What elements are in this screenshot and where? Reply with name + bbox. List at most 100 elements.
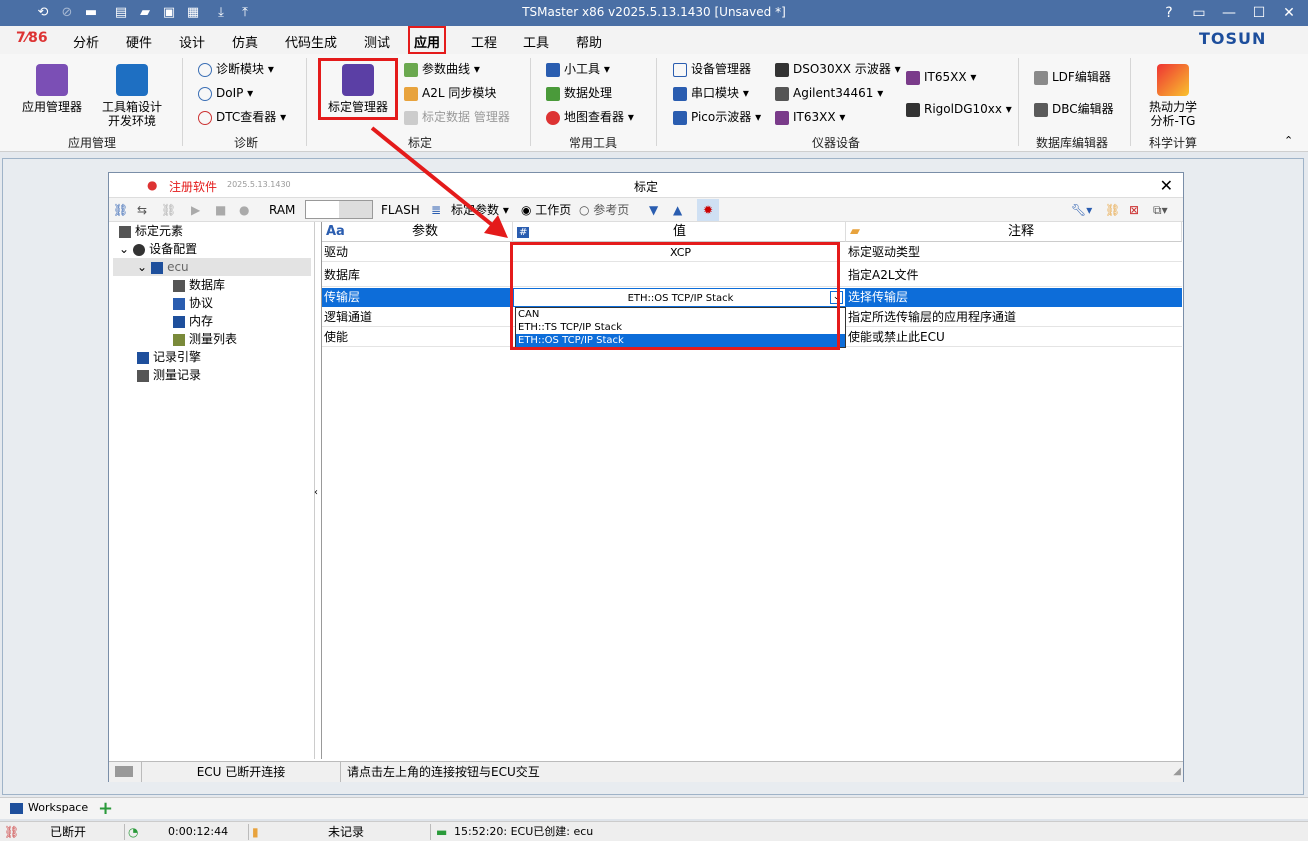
- flash-label: FLASH: [381, 203, 420, 217]
- ram-label: RAM: [269, 203, 296, 217]
- app-manager-icon: [36, 64, 68, 96]
- upload-icon[interactable]: ▲: [673, 202, 682, 218]
- chevron-down-icon: ⌄: [137, 260, 148, 274]
- tree-measure-list[interactable]: 测量列表: [173, 330, 237, 348]
- header-value[interactable]: # 值: [513, 222, 846, 242]
- menu-tools[interactable]: 工具: [523, 32, 549, 51]
- add-workspace-icon[interactable]: +: [98, 798, 113, 819]
- thermo-analysis-button[interactable]: 热动力学 分析-TG: [1138, 64, 1208, 128]
- it65xx-button[interactable]: IT65XX ▾: [906, 68, 976, 86]
- menu-codegen[interactable]: 代码生成: [285, 32, 337, 51]
- workspace-bar: Workspace +: [0, 797, 1308, 819]
- scope-icon: [673, 110, 687, 125]
- title-bar: ⟲ ⊘ ▬ ▤ ▰ ▣ ▦ ⤓ ⤒ TSMaster x86 v2025.5.1…: [0, 0, 1308, 26]
- tree-root[interactable]: 标定元素: [119, 222, 183, 240]
- menu-hardware[interactable]: 硬件: [126, 32, 152, 51]
- it63xx-button[interactable]: IT63XX ▾: [775, 108, 845, 126]
- window-title: TSMaster x86 v2025.5.13.1430 [Unsaved *]: [522, 5, 786, 19]
- chain-icon[interactable]: ⛓: [1105, 202, 1120, 218]
- tree-device-config[interactable]: ⌄ 设备配置: [119, 240, 197, 258]
- status-message: 15:52:20: ECU已创建: ecu: [454, 825, 594, 838]
- app-manager-button[interactable]: 应用管理器: [16, 64, 88, 114]
- menu-analysis[interactable]: 分析: [73, 32, 99, 51]
- tree-measure-record[interactable]: 测量记录: [137, 366, 201, 384]
- tree-database[interactable]: 数据库: [173, 276, 225, 294]
- dbc-editor-button[interactable]: DBC编辑器: [1034, 100, 1114, 118]
- dtc-viewer-button[interactable]: DTC查看器 ▾: [198, 108, 286, 126]
- maximize-button[interactable]: ☐: [1248, 3, 1270, 23]
- keyboard-icon: [115, 766, 133, 777]
- close-button[interactable]: ✕: [1278, 3, 1300, 23]
- help-button[interactable]: ?: [1158, 3, 1180, 23]
- dso30xx-button[interactable]: DSO30XX 示波器 ▾: [775, 60, 901, 78]
- connection-status: 已断开: [50, 825, 87, 839]
- stop-icon[interactable]: ■: [215, 202, 226, 218]
- diag-icon: [198, 62, 212, 77]
- connect-all-icon[interactable]: ⇆: [137, 202, 147, 218]
- tree-ecu[interactable]: ⌄ ecu: [113, 258, 311, 276]
- doip-button[interactable]: DoIP ▾: [198, 84, 253, 102]
- menu-test[interactable]: 测试: [364, 32, 390, 51]
- dbc-icon: [1034, 102, 1048, 117]
- wrench-icon: [546, 62, 560, 77]
- clear-icon[interactable]: ⊠: [1129, 202, 1139, 218]
- highlight-value-column: [510, 242, 840, 350]
- play-icon[interactable]: ▶: [191, 202, 200, 218]
- menu-project[interactable]: 工程: [471, 32, 497, 51]
- toolbox-icon: [116, 64, 148, 96]
- group-label-sci: 科学计算: [1148, 136, 1197, 150]
- data-processing-button[interactable]: 数据处理: [546, 84, 612, 102]
- layout-button[interactable]: ▭: [1188, 3, 1210, 23]
- dialog-close-button[interactable]: ✕: [1160, 176, 1173, 195]
- pico-scope-button[interactable]: Pico示波器 ▾: [673, 108, 761, 126]
- tree-protocol[interactable]: 协议: [173, 294, 213, 312]
- minimize-button[interactable]: —: [1218, 3, 1240, 23]
- calib-data-manager-button[interactable]: 标定数据 管理器: [404, 108, 510, 126]
- clock-icon: ◔: [128, 825, 139, 839]
- link-icon[interactable]: ⛓: [113, 202, 128, 218]
- resize-grip-icon[interactable]: ◢: [1173, 766, 1181, 777]
- export-dialog-icon[interactable]: ⧉▾: [1153, 202, 1168, 218]
- small-tools-button[interactable]: 小工具 ▾: [546, 60, 610, 78]
- map-viewer-button[interactable]: 地图查看器 ▾: [546, 108, 634, 126]
- curve-icon: [404, 62, 418, 77]
- ram-flash-toggle[interactable]: [305, 200, 373, 219]
- agilent-button[interactable]: Agilent34461 ▾: [775, 84, 883, 102]
- sync-icon: [404, 86, 418, 101]
- workspace-tab[interactable]: Workspace: [28, 801, 88, 814]
- download-icon[interactable]: ▼: [649, 202, 658, 218]
- unlink-icon[interactable]: ⛓: [161, 202, 176, 218]
- rigol-button[interactable]: RigolDG10xx ▾: [906, 100, 1012, 118]
- header-comment[interactable]: ▰ 注释: [846, 222, 1182, 242]
- tree-memory[interactable]: 内存: [173, 312, 213, 330]
- calib-params-dropdown[interactable]: 标定参数 ▾: [451, 202, 509, 218]
- menu-simulation[interactable]: 仿真: [232, 32, 258, 51]
- menu-help[interactable]: 帮助: [576, 32, 602, 51]
- map-pin-icon: [546, 110, 560, 125]
- message-icon: ▬: [436, 825, 448, 839]
- ldf-editor-button[interactable]: LDF编辑器: [1034, 68, 1111, 86]
- tree-record-engine[interactable]: 记录引擎: [137, 348, 201, 366]
- ref-page-radio[interactable]: ○ 参考页: [579, 202, 629, 218]
- header-param[interactable]: Aa 参数: [322, 222, 513, 242]
- folder-icon: ▰: [850, 224, 860, 239]
- settings-wrench-icon[interactable]: 🔧︎▾: [1071, 202, 1092, 218]
- toolbox-dev-button[interactable]: 工具箱设计 开发环境: [96, 64, 168, 128]
- debug-icon[interactable]: ✹: [697, 199, 719, 221]
- record-icon[interactable]: ●: [239, 202, 249, 218]
- serial-module-button[interactable]: 串口模块 ▾: [673, 84, 749, 102]
- group-label-calib: 标定: [407, 136, 432, 150]
- dtc-icon: [198, 110, 212, 125]
- group-label-app: 应用管理: [67, 136, 116, 150]
- record-engine-icon: [137, 351, 149, 364]
- a2l-sync-button[interactable]: A2L 同步模块: [404, 84, 496, 102]
- collapse-ribbon-icon[interactable]: ⌃: [1284, 134, 1293, 147]
- menu-application[interactable]: 应用: [408, 26, 447, 54]
- device-manager-button[interactable]: 设备管理器: [673, 60, 751, 78]
- device-icon: [673, 62, 687, 77]
- work-page-radio[interactable]: ◉ 工作页: [521, 202, 571, 218]
- param-curve-button[interactable]: 参数曲线 ▾: [404, 60, 480, 78]
- diag-module-button[interactable]: 诊断模块 ▾: [198, 60, 274, 78]
- elapsed-time: 0:00:12:44: [168, 825, 229, 838]
- menu-design[interactable]: 设计: [179, 32, 205, 51]
